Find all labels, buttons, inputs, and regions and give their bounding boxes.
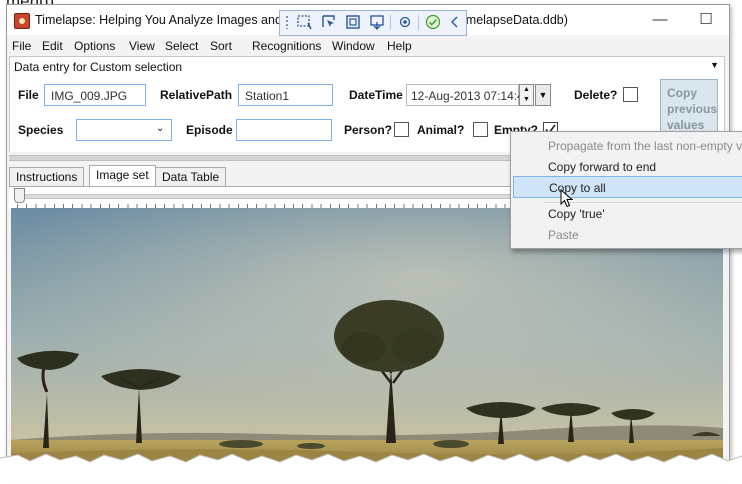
collapse-chevron-icon[interactable] [446, 14, 464, 30]
menu-item-copy-forward-to-end[interactable]: Copy forward to end [513, 156, 742, 178]
minimize-button[interactable]: — [637, 5, 683, 35]
data-entry-title: Data entry for Custom selection [14, 60, 183, 74]
close-button[interactable]: ✕ [729, 5, 730, 35]
menu-bar: File Edit Options View Select Sort Recog… [7, 36, 729, 56]
snip-toolbar [279, 10, 467, 36]
toolbar-separator [418, 15, 419, 30]
tab-instructions[interactable]: Instructions [9, 167, 85, 186]
menu-file[interactable]: File [12, 39, 31, 53]
datetime-field[interactable]: 12-Aug-2013 07:14:45 [406, 84, 530, 106]
species-label: Species [18, 123, 64, 137]
mouse-pointer-icon [560, 188, 574, 209]
maximize-button[interactable]: ☐ [683, 5, 729, 35]
chevron-down-icon[interactable]: ⌄ [156, 123, 164, 134]
scroll-capture-icon[interactable] [368, 14, 386, 30]
menu-sort[interactable]: Sort [210, 39, 232, 53]
pointer-capture-icon[interactable] [320, 14, 338, 30]
tab-image-set[interactable]: Image set [89, 165, 156, 187]
episode-field[interactable] [236, 119, 332, 141]
datetime-dropdown-button[interactable]: ▼ [535, 84, 551, 106]
episode-label: Episode [186, 123, 233, 137]
file-field[interactable]: IMG_009.JPG [44, 84, 146, 106]
delete-checkbox[interactable] [623, 87, 638, 102]
datetime-spinner[interactable]: ▲ ▼ [519, 84, 534, 106]
menu-item-copy-to-all[interactable]: Copy to all [513, 176, 742, 198]
toolbar-separator [390, 15, 391, 30]
menu-item-paste[interactable]: Paste [513, 224, 742, 246]
file-label: File [18, 88, 39, 102]
relativepath-field[interactable]: Station1 [238, 84, 333, 106]
person-checkbox[interactable] [394, 122, 409, 137]
tab-data-table[interactable]: Data Table [155, 167, 227, 186]
person-label: Person? [344, 123, 393, 137]
menu-item-propagate-last-nonempty[interactable]: Propagate from the last non-empty value [513, 135, 742, 157]
torn-edge-decoration [0, 452, 742, 481]
window-capture-icon[interactable] [344, 14, 362, 30]
delete-label: Delete? [574, 88, 618, 102]
context-menu: Propagate from the last non-empty value … [510, 131, 742, 249]
menu-window[interactable]: Window [332, 39, 375, 53]
grip-icon[interactable] [285, 15, 289, 29]
menu-select[interactable]: Select [165, 39, 198, 53]
image-slider[interactable] [17, 194, 513, 199]
animal-label: Animal? [417, 123, 465, 137]
record-icon[interactable] [396, 14, 414, 30]
animal-checkbox[interactable] [473, 122, 488, 137]
menu-help[interactable]: Help [387, 39, 412, 53]
menu-item-copy-true[interactable]: Copy 'true' [513, 203, 742, 225]
menu-options[interactable]: Options [74, 39, 115, 53]
data-entry-header[interactable]: Data entry for Custom selection ▼ [9, 56, 725, 77]
app-icon [14, 13, 30, 29]
caret-down-icon[interactable]: ▼ [710, 60, 719, 70]
region-capture-icon[interactable] [296, 14, 314, 30]
relativepath-label: RelativePath [160, 88, 233, 102]
menu-view[interactable]: View [129, 39, 155, 53]
datetime-label: DateTime [349, 88, 403, 102]
window-title-suffix: imelapseData.ddb) [463, 13, 568, 27]
menu-edit[interactable]: Edit [42, 39, 63, 53]
menu-recognitions[interactable]: Recognitions [252, 39, 321, 53]
done-check-icon[interactable] [424, 14, 442, 30]
slider-thumb[interactable] [14, 188, 25, 203]
window-title: Timelapse: Helping You Analyze Images an… [35, 13, 297, 27]
